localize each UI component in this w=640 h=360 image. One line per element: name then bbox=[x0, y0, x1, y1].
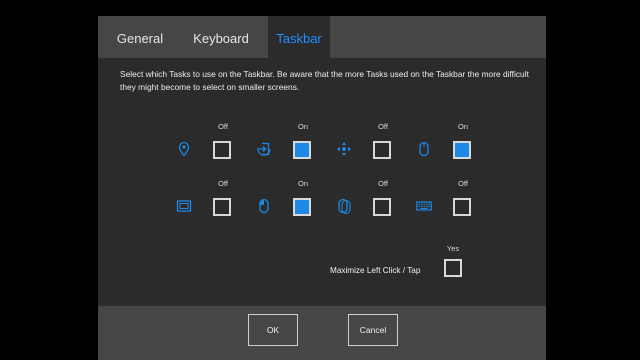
task-state-label: On bbox=[297, 122, 308, 131]
task-checkbox[interactable] bbox=[453, 198, 471, 216]
mouse-right-click-icon bbox=[336, 198, 352, 214]
sign-in-icon bbox=[256, 141, 272, 157]
tab-bar: General Keyboard Taskbar bbox=[98, 16, 546, 58]
button-bar: OK Cancel bbox=[98, 306, 546, 360]
task-location: Off bbox=[176, 122, 246, 162]
maximize-state-label: Yes bbox=[446, 244, 460, 253]
keyboard-icon bbox=[416, 198, 432, 214]
task-checkbox[interactable] bbox=[373, 198, 391, 216]
mouse-icon bbox=[416, 141, 432, 157]
task-checkbox[interactable] bbox=[373, 141, 391, 159]
screen-capture-icon bbox=[176, 198, 192, 214]
task-checkbox[interactable] bbox=[293, 141, 311, 159]
move-arrows-icon bbox=[336, 141, 352, 157]
task-state-label: On bbox=[457, 122, 468, 131]
task-state-label: Off bbox=[378, 122, 388, 131]
task-screen-capture: Off bbox=[176, 179, 246, 219]
task-state-label: Off bbox=[218, 179, 228, 188]
maximize-left-click-label: Maximize Left Click / Tap bbox=[330, 266, 421, 275]
task-right-click: Off bbox=[336, 179, 406, 219]
tab-taskbar[interactable]: Taskbar bbox=[268, 16, 330, 58]
task-state-label: Off bbox=[218, 122, 228, 131]
task-move: Off bbox=[336, 122, 406, 162]
ok-button[interactable]: OK bbox=[248, 314, 298, 346]
task-state-label: Off bbox=[378, 179, 388, 188]
location-pin-icon bbox=[176, 141, 192, 157]
task-state-label: Off bbox=[458, 179, 468, 188]
task-keyboard: Off bbox=[416, 179, 486, 219]
task-sign-in: On bbox=[256, 122, 326, 162]
taskbar-settings-dialog: General Keyboard Taskbar Select which Ta… bbox=[98, 16, 546, 360]
maximize-checkbox[interactable] bbox=[444, 259, 462, 277]
task-mouse: On bbox=[416, 122, 486, 162]
cancel-button[interactable]: Cancel bbox=[348, 314, 398, 346]
task-checkbox[interactable] bbox=[293, 198, 311, 216]
description-text: Select which Tasks to use on the Taskbar… bbox=[120, 69, 529, 92]
mouse-left-click-icon bbox=[256, 198, 272, 214]
task-left-click: On bbox=[256, 179, 326, 219]
task-state-label: On bbox=[297, 179, 308, 188]
task-checkbox[interactable] bbox=[213, 141, 231, 159]
tab-keyboard[interactable]: Keyboard bbox=[186, 16, 256, 58]
task-checkbox[interactable] bbox=[213, 198, 231, 216]
task-checkbox[interactable] bbox=[453, 141, 471, 159]
tab-general[interactable]: General bbox=[108, 16, 172, 58]
